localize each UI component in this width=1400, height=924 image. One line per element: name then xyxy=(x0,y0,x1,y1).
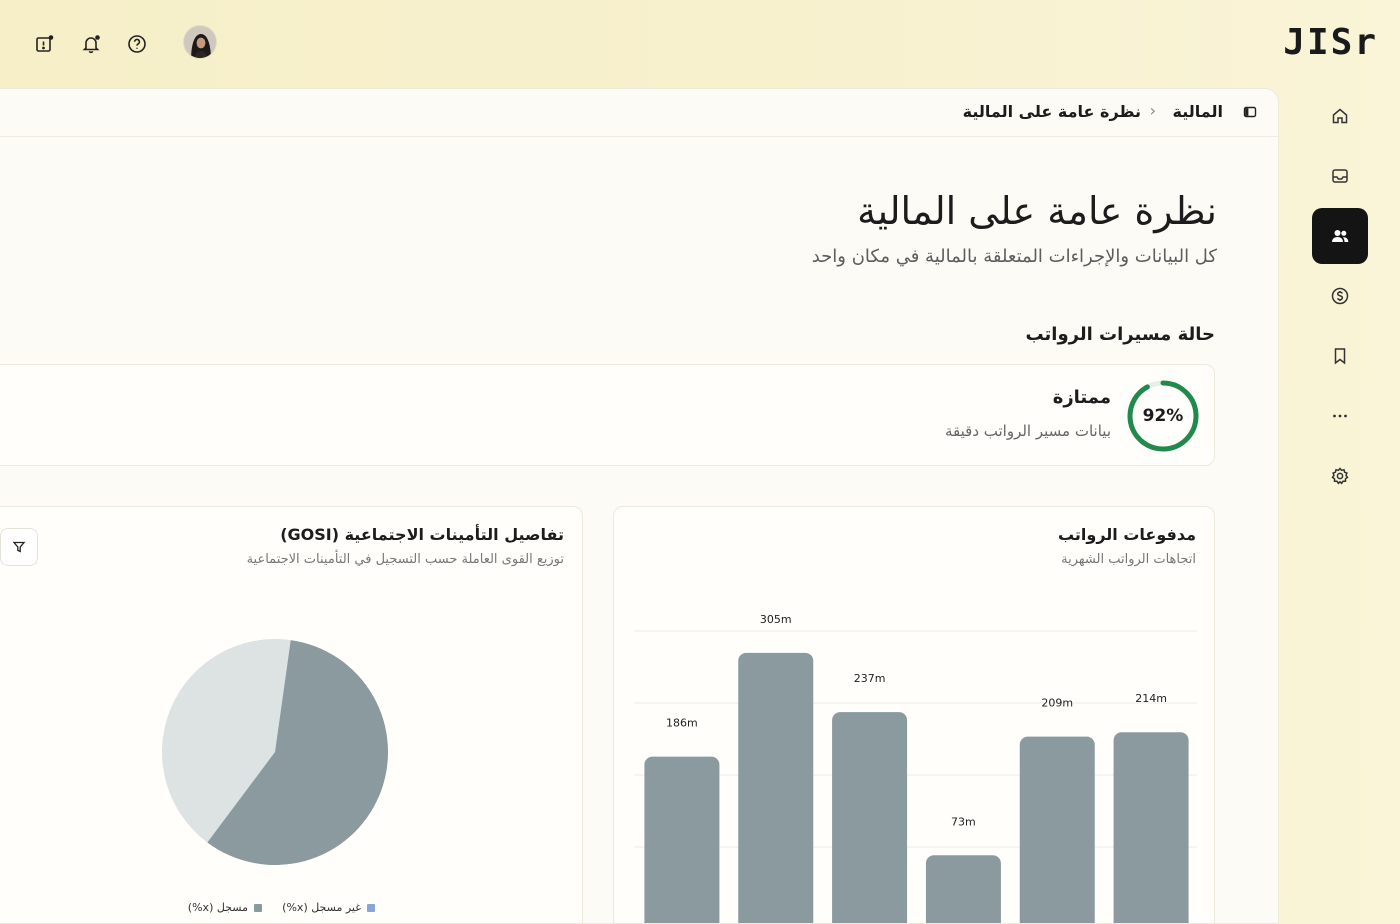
chevron-left-icon: ‹ xyxy=(1149,101,1156,120)
bell-icon[interactable] xyxy=(79,32,103,56)
legend-swatch xyxy=(367,903,375,912)
gosi-pie-chart xyxy=(162,639,388,865)
breadcrumb-root[interactable]: المالية xyxy=(1173,102,1223,121)
bar-data-label: 237m xyxy=(854,672,886,685)
bar-data-label: 186m xyxy=(666,717,698,730)
bookmark-icon xyxy=(1334,348,1346,365)
notice-icon[interactable] xyxy=(32,32,56,56)
legend-swatch xyxy=(254,903,262,912)
payroll-status-title: حالة مسيرات الرواتب xyxy=(1025,324,1215,345)
bar[interactable] xyxy=(832,712,908,924)
bar[interactable] xyxy=(1113,732,1189,924)
sidebar-item-inbox[interactable] xyxy=(1312,148,1368,204)
bar[interactable] xyxy=(738,652,814,924)
page-subtitle: كل البيانات والإجراءات المتعلقة بالمالية… xyxy=(811,246,1217,267)
sidebar-item-settings[interactable] xyxy=(1312,448,1368,504)
sidebar-item-finance[interactable] xyxy=(1312,268,1368,324)
page-title: نظرة عامة على المالية xyxy=(857,189,1217,233)
payments-bar-chart: 186m 305m 237m 73m 209m 214m xyxy=(634,613,1197,924)
settings-icon xyxy=(1331,467,1349,485)
dollar-icon xyxy=(1331,287,1349,305)
home-icon xyxy=(1332,108,1348,124)
legend-label: مسجل (x%) xyxy=(187,901,248,914)
payroll-status-card: 92% ممتازة بيانات مسير الرواتب دقيقة xyxy=(0,364,1215,466)
users-icon xyxy=(1332,230,1349,242)
status-description: بيانات مسير الرواتب دقيقة xyxy=(945,422,1111,440)
breadcrumb: المالية ‹ نظرة عامة على المالية xyxy=(0,89,1278,137)
bar-data-label: 305m xyxy=(760,613,792,626)
progress-percent: 92% xyxy=(1142,406,1184,426)
main-panel: المالية ‹ نظرة عامة على المالية نظرة عام… xyxy=(0,88,1279,924)
bar-data-label: 73m xyxy=(951,815,976,828)
sidebar xyxy=(1280,88,1400,924)
sidebar-toggle-icon[interactable] xyxy=(1243,105,1257,119)
bar[interactable] xyxy=(1019,736,1095,924)
bar[interactable] xyxy=(644,756,720,924)
user-avatar[interactable] xyxy=(183,25,217,59)
legend-label: غير مسجل (x%) xyxy=(282,901,361,914)
status-label: ممتازة xyxy=(1052,387,1111,408)
inbox-icon xyxy=(1332,169,1348,183)
sidebar-item-home[interactable] xyxy=(1312,88,1368,144)
sidebar-item-bookmarks[interactable] xyxy=(1312,328,1368,384)
sidebar-item-more[interactable] xyxy=(1312,388,1368,444)
bar-data-label: 209m xyxy=(1041,697,1073,710)
payments-card: مدفوعات الرواتب اتجاهات الرواتب الشهرية … xyxy=(613,506,1215,924)
more-icon xyxy=(1333,414,1347,418)
app-logo[interactable]: JISr xyxy=(1283,22,1378,63)
breadcrumb-current: نظرة عامة على المالية xyxy=(962,102,1141,121)
sidebar-item-people[interactable] xyxy=(1312,208,1368,264)
legend-item-registered: مسجل (x%) xyxy=(188,901,262,914)
top-bar: JISr xyxy=(0,0,1400,88)
gosi-card: تفاصيل التأمينات الاجتماعية (GOSI) توزيع… xyxy=(0,506,583,923)
legend-item-unregistered: غير مسجل (x%) xyxy=(282,901,375,914)
bar-data-label: 214m xyxy=(1135,692,1167,705)
bar[interactable] xyxy=(925,855,1001,924)
help-icon[interactable] xyxy=(125,32,149,56)
